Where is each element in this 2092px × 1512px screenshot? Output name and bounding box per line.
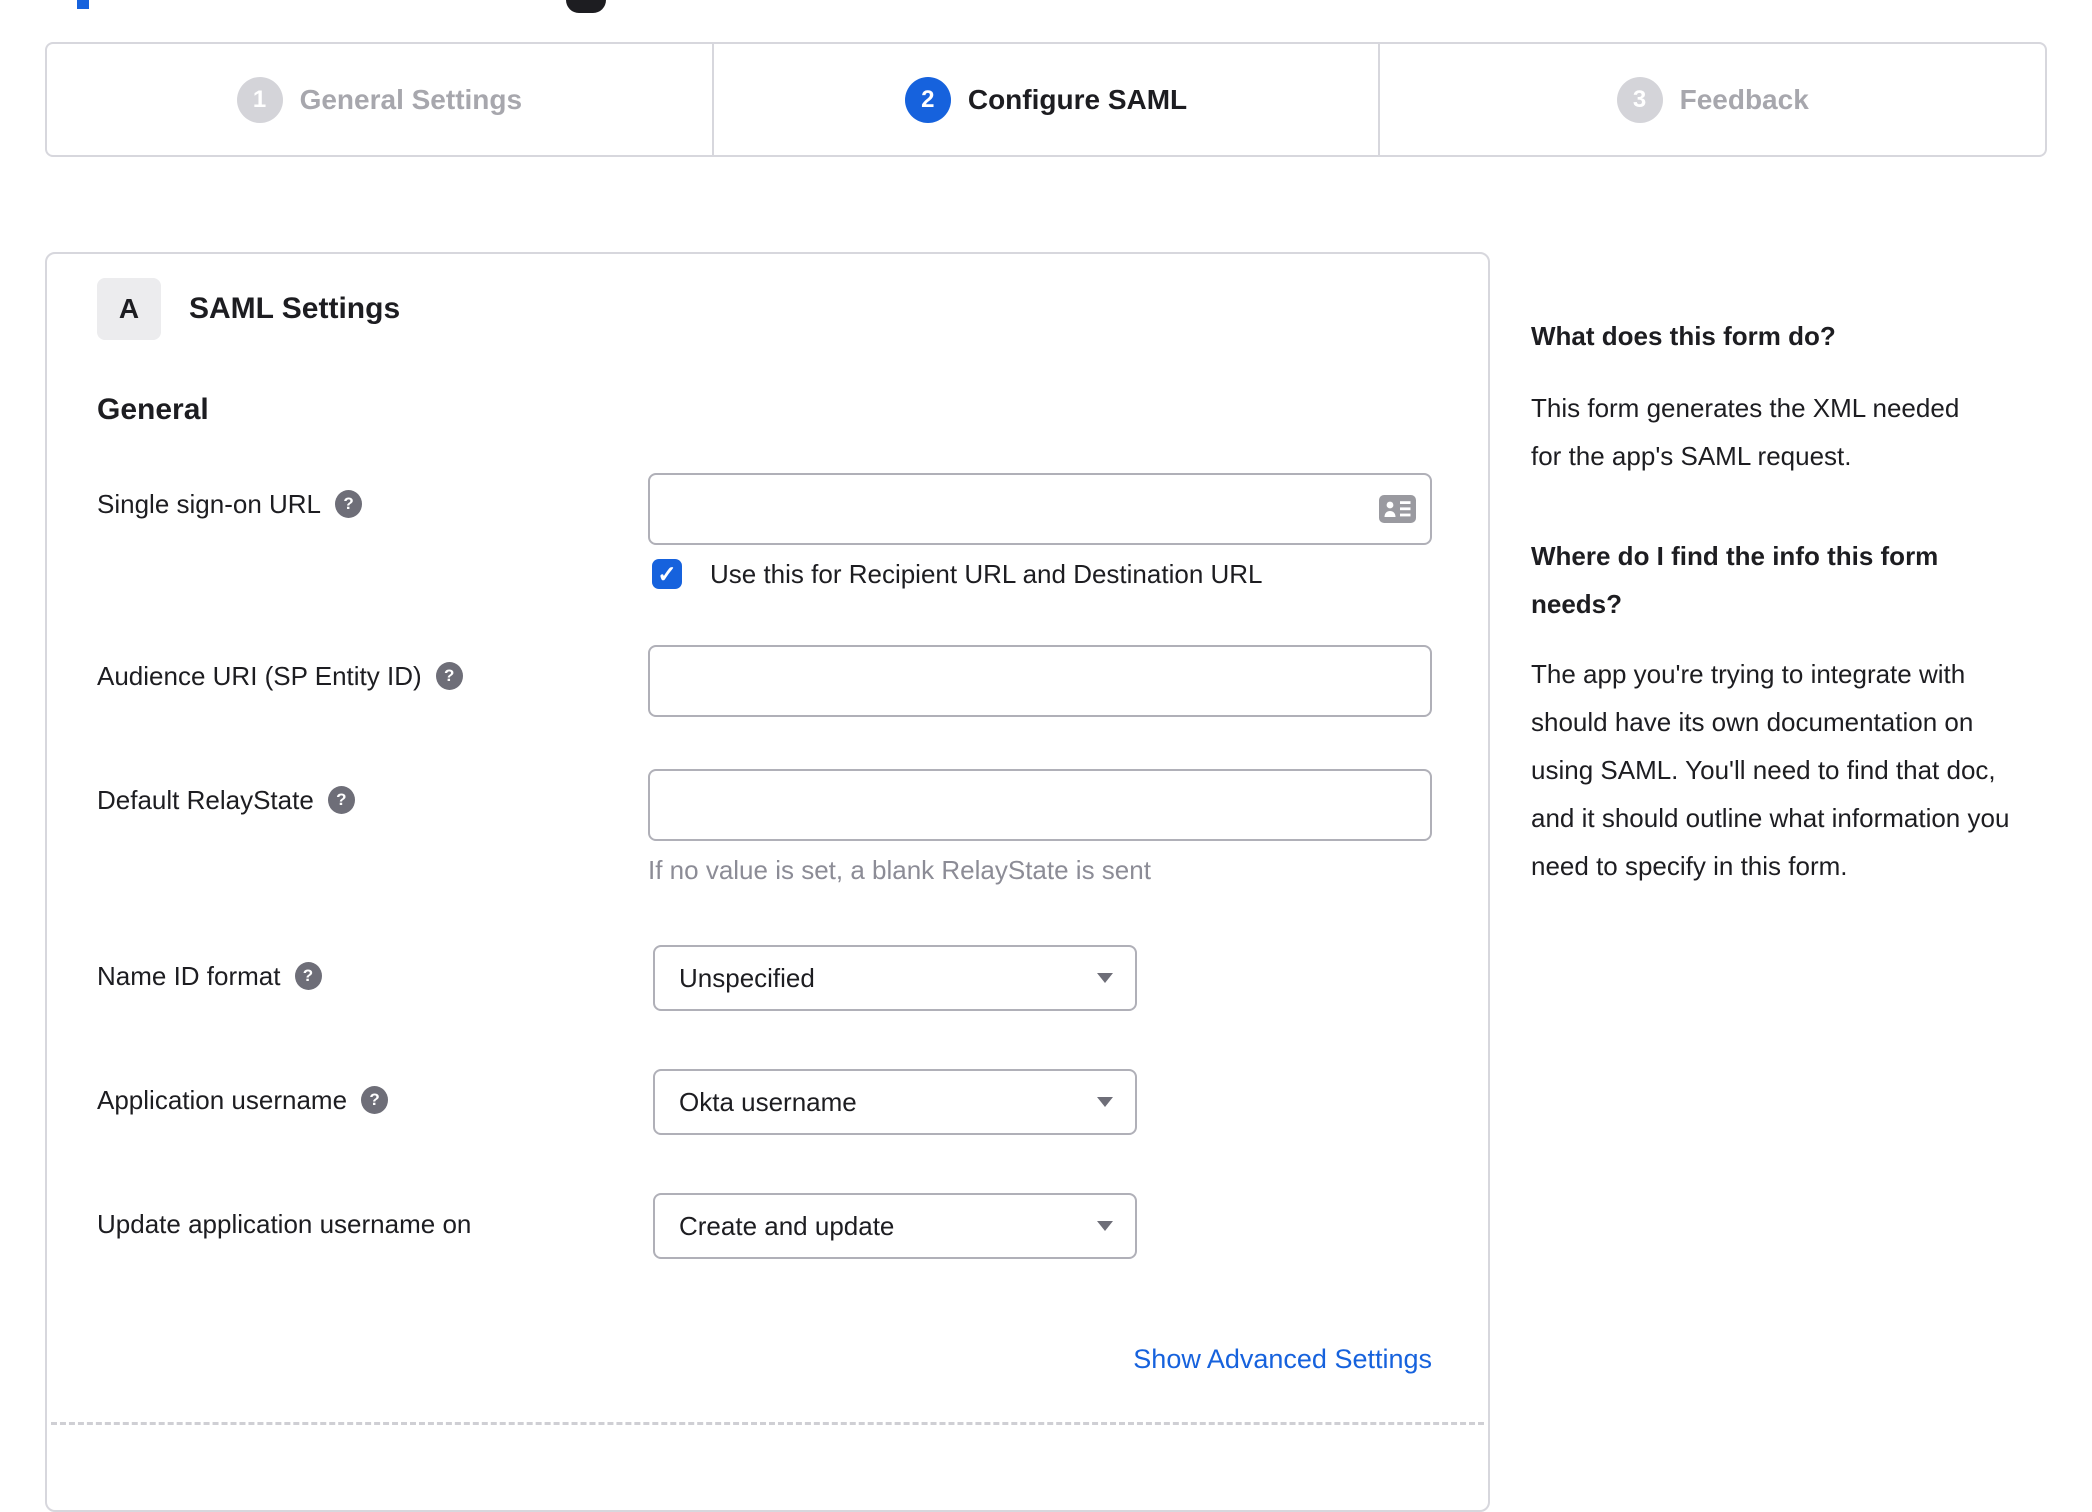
sso-url-row: Single sign-on URL ? ✓ Use this for Reci… xyxy=(97,473,1432,590)
name-id-format-label: Name ID format xyxy=(97,961,281,991)
application-username-label: Application username xyxy=(97,1085,348,1115)
application-username-row: Application username ? Okta username xyxy=(97,1069,1432,1135)
default-relaystate-label: Default RelayState xyxy=(97,785,314,815)
caret-down-icon xyxy=(1097,973,1113,983)
step-number-badge: 1 xyxy=(236,76,283,123)
wizard-stepper: 1 General Settings 2 Configure SAML 3 Fe… xyxy=(45,42,2047,157)
sidebar-body-1: This form generates the XML needed for t… xyxy=(1531,393,1960,471)
update-application-username-control-cell: Create and update xyxy=(653,1193,1432,1259)
name-id-format-label-cell: Name ID format ? xyxy=(97,945,653,1011)
help-glyph: ? xyxy=(336,790,347,809)
update-application-username-row: Update application username on Create an… xyxy=(97,1193,1432,1259)
checkmark-icon: ✓ xyxy=(657,560,677,587)
audience-uri-row: Audience URI (SP Entity ID) ? xyxy=(97,645,1432,717)
help-glyph: ? xyxy=(343,494,354,513)
section-dashed-divider xyxy=(51,1422,1484,1425)
step-label: General Settings xyxy=(299,83,523,115)
application-username-select[interactable]: Okta username xyxy=(653,1069,1137,1135)
application-username-control-cell: Okta username xyxy=(653,1069,1432,1135)
sidebar-heading-2: Where do I find the info this form needs… xyxy=(1531,541,1939,619)
step-number-badge: 2 xyxy=(904,76,951,123)
help-icon[interactable]: ? xyxy=(327,786,355,814)
help-glyph: ? xyxy=(443,666,455,685)
update-application-username-select[interactable]: Create and update xyxy=(653,1193,1137,1259)
name-id-format-value: Unspecified xyxy=(679,962,815,993)
caret-down-icon xyxy=(1097,1221,1113,1231)
default-relaystate-row: Default RelayState ? If no value is set,… xyxy=(97,769,1432,886)
step-configure-saml[interactable]: 2 Configure SAML xyxy=(711,44,1379,155)
sso-url-control-cell: ✓ Use this for Recipient URL and Destina… xyxy=(648,473,1432,590)
section-a-badge: A xyxy=(97,278,161,340)
audience-uri-control-cell xyxy=(648,645,1432,717)
default-relaystate-input-wrap xyxy=(648,769,1432,841)
sidebar-body-2: The app you're trying to integrate with … xyxy=(1531,659,2010,881)
step-label: Configure SAML xyxy=(967,83,1188,115)
help-sidebar: What does this form do? This form genera… xyxy=(1531,318,2023,890)
step-number: 3 xyxy=(1632,85,1647,113)
update-application-username-label-cell: Update application username on xyxy=(97,1193,653,1259)
help-icon[interactable]: ? xyxy=(335,490,363,518)
cutoff-blue-logo-fragment xyxy=(77,0,89,9)
audience-uri-label-cell: Audience URI (SP Entity ID) ? xyxy=(97,645,648,717)
step-number: 1 xyxy=(252,85,267,113)
relaystate-hint: If no value is set, a blank RelayState i… xyxy=(648,855,1151,885)
recipient-url-checkbox-label: Use this for Recipient URL and Destinati… xyxy=(710,558,1263,589)
sidebar-heading-1: What does this form do? xyxy=(1531,321,1836,351)
sso-url-label: Single sign-on URL xyxy=(97,489,322,519)
sso-url-label-cell: Single sign-on URL ? xyxy=(97,473,648,590)
sso-url-input-wrap xyxy=(648,473,1432,545)
application-username-label-cell: Application username ? xyxy=(97,1069,653,1135)
step-general-settings[interactable]: 1 General Settings xyxy=(47,44,712,155)
help-icon[interactable]: ? xyxy=(294,962,322,990)
help-glyph: ? xyxy=(369,1090,380,1109)
name-id-format-select[interactable]: Unspecified xyxy=(653,945,1137,1011)
caret-down-icon xyxy=(1097,1097,1113,1107)
saml-settings-panel: A SAML Settings General Single sign-on U… xyxy=(45,252,1490,1512)
default-relaystate-input[interactable] xyxy=(648,769,1432,841)
step-label: Feedback xyxy=(1679,83,1809,115)
section-title: SAML Settings xyxy=(189,292,401,325)
help-icon[interactable]: ? xyxy=(435,662,463,690)
step-feedback[interactable]: 3 Feedback xyxy=(1378,44,2045,155)
audience-uri-label: Audience URI (SP Entity ID) xyxy=(97,661,422,691)
name-id-format-control-cell: Unspecified xyxy=(653,945,1432,1011)
cutoff-dark-logo-fragment xyxy=(566,0,606,13)
default-relaystate-control-cell: If no value is set, a blank RelayState i… xyxy=(648,769,1432,886)
section-header: A SAML Settings xyxy=(97,277,1432,341)
step-number: 2 xyxy=(921,85,935,113)
general-group-heading: General xyxy=(97,393,209,426)
name-id-format-row: Name ID format ? Unspecified xyxy=(97,945,1432,1011)
default-relaystate-label-cell: Default RelayState ? xyxy=(97,769,648,886)
update-application-username-value: Create and update xyxy=(679,1210,895,1241)
contact-card-icon xyxy=(1379,495,1416,523)
audience-uri-input-wrap xyxy=(648,645,1432,717)
sso-recipient-checkbox-row: ✓ Use this for Recipient URL and Destina… xyxy=(648,558,1432,590)
advanced-settings-row: Show Advanced Settings xyxy=(97,1344,1432,1375)
step-number-badge: 3 xyxy=(1616,76,1663,123)
help-glyph: ? xyxy=(302,966,314,985)
audience-uri-input[interactable] xyxy=(648,645,1432,717)
application-username-value: Okta username xyxy=(679,1086,857,1117)
help-icon[interactable]: ? xyxy=(361,1086,389,1114)
sso-url-input[interactable] xyxy=(648,473,1432,545)
update-application-username-label: Update application username on xyxy=(97,1209,472,1239)
recipient-url-checkbox[interactable]: ✓ xyxy=(652,559,682,589)
show-advanced-settings-link[interactable]: Show Advanced Settings xyxy=(1133,1344,1432,1374)
